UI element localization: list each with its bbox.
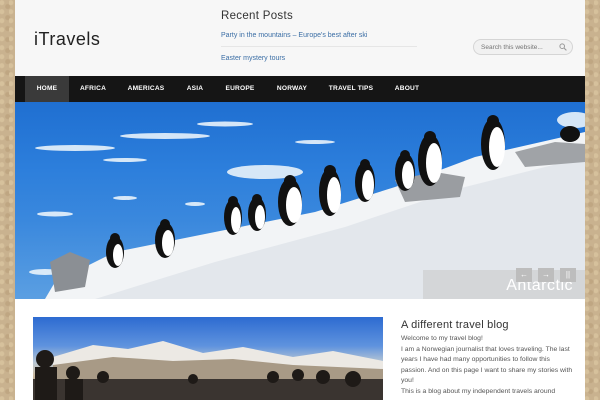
- blog-intro-text: Welcome to my travel blog! I am a Norweg…: [401, 334, 577, 397]
- page-container: iTravels Recent Posts Party in the mount…: [15, 0, 585, 400]
- mountain-crowd-image: [33, 341, 383, 400]
- hero-slider: Antarctic blues: [15, 102, 585, 299]
- travel-photo[interactable]: [33, 317, 383, 400]
- nav-item-travel-tips[interactable]: TRAVEL TIPS: [321, 76, 381, 102]
- main-navigation: HOME AFRICA AMERICAS ASIA EUROPE NORWAY …: [15, 76, 585, 102]
- recent-post-link[interactable]: Easter mystery tours: [221, 54, 417, 69]
- nav-item-home[interactable]: HOME: [25, 76, 69, 102]
- slider-next-button[interactable]: →: [538, 268, 554, 282]
- recent-posts-widget: Recent Posts Party in the mountains – Eu…: [221, 10, 417, 76]
- recent-post-link[interactable]: Party in the mountains – Europe's best a…: [221, 31, 417, 47]
- blog-title: A different travel blog: [401, 319, 509, 331]
- search-icon[interactable]: [559, 43, 567, 51]
- site-title[interactable]: iTravels: [34, 29, 100, 50]
- main-content: A different travel blog Welcome to my tr…: [15, 299, 585, 400]
- blog-text-line: This is a blog about my independent trav…: [401, 387, 556, 395]
- nav-item-about[interactable]: ABOUT: [387, 76, 427, 102]
- search-input[interactable]: [481, 42, 551, 52]
- slider-prev-button[interactable]: ←: [516, 268, 532, 282]
- slider-pause-button[interactable]: ||: [560, 268, 576, 282]
- search-box: [473, 39, 573, 55]
- nav-item-norway[interactable]: NORWAY: [269, 76, 315, 102]
- blog-text-line: Welcome to my travel blog!: [401, 335, 483, 342]
- nav-item-europe[interactable]: EUROPE: [217, 76, 263, 102]
- blog-text-line: I am a Norwegian journalist that loves t…: [401, 345, 573, 385]
- nav-item-americas[interactable]: AMERICAS: [119, 76, 173, 102]
- site-header: iTravels Recent Posts Party in the mount…: [15, 0, 585, 76]
- nav-item-asia[interactable]: ASIA: [179, 76, 211, 102]
- recent-posts-heading: Recent Posts: [221, 10, 293, 22]
- nav-item-africa[interactable]: AFRICA: [71, 76, 115, 102]
